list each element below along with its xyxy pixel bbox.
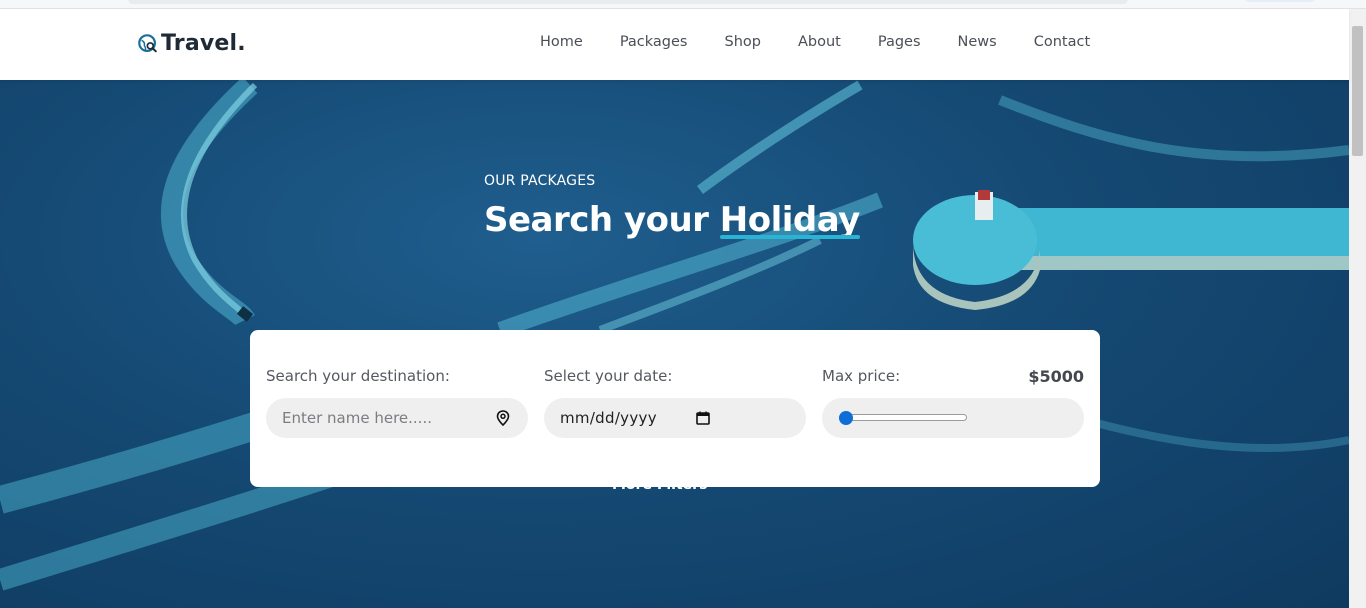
nav-link-shop[interactable]: Shop <box>725 34 761 50</box>
date-field: Select your date: mm/dd/yyyy <box>544 367 806 438</box>
main-nav: Home Packages Shop About Pages News Cont… <box>540 34 1127 50</box>
destination-placeholder: Enter name here..... <box>282 409 432 427</box>
date-label: Select your date: <box>544 367 673 385</box>
price-slider-thumb[interactable] <box>839 411 853 425</box>
nav-link-contact[interactable]: Contact <box>1034 34 1090 50</box>
brand-name: Travel. <box>161 31 246 56</box>
browser-address-bar[interactable] <box>128 0 1128 4</box>
hero-title-main: Search your <box>484 200 709 240</box>
date-input[interactable]: mm/dd/yyyy <box>544 398 806 438</box>
hero-eyebrow: OUR PACKAGES <box>484 173 596 189</box>
map-pin-icon <box>496 410 510 426</box>
hero-title: Search your Holiday <box>484 200 860 240</box>
search-card: Search your destination: Enter name here… <box>250 330 1100 487</box>
date-value: mm/dd/yyyy <box>560 409 657 427</box>
destination-input[interactable]: Enter name here..... <box>266 398 528 438</box>
scrollbar-thumb[interactable] <box>1352 26 1363 156</box>
globe-search-icon <box>138 33 157 52</box>
nav-link-packages[interactable]: Packages <box>620 34 688 50</box>
page-scrollbar[interactable] <box>1349 9 1366 608</box>
browser-toolbar-button[interactable] <box>1245 0 1315 2</box>
nav-link-pages[interactable]: Pages <box>878 34 921 50</box>
price-slider-container <box>822 398 1084 438</box>
price-slider-track[interactable] <box>839 414 967 421</box>
hero-title-highlight: Holiday <box>719 200 860 240</box>
site-header: Travel. Home Packages Shop About Pages N… <box>0 9 1349 80</box>
destination-label: Search your destination: <box>266 367 450 385</box>
browser-top-strip <box>0 0 1366 9</box>
nav-link-about[interactable]: About <box>798 34 841 50</box>
price-value: $5000 <box>1028 367 1084 386</box>
destination-field: Search your destination: Enter name here… <box>266 367 528 438</box>
nav-link-home[interactable]: Home <box>540 34 583 50</box>
nav-link-news[interactable]: News <box>958 34 997 50</box>
brand-logo[interactable]: Travel. <box>137 31 246 56</box>
price-field: Max price: $5000 <box>822 367 1084 438</box>
calendar-icon[interactable] <box>696 411 710 425</box>
